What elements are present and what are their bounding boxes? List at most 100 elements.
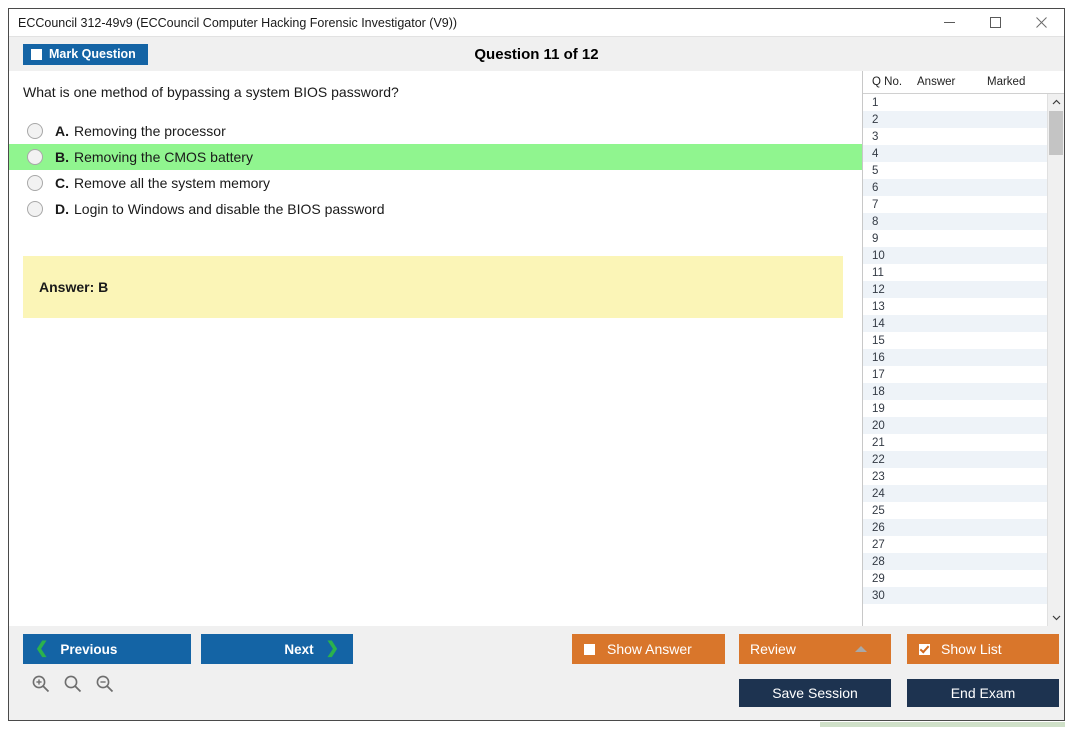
previous-label: Previous [60,641,118,657]
question-list-row[interactable]: 20 [863,417,1047,434]
question-list-row[interactable]: 25 [863,502,1047,519]
question-list-row[interactable]: 21 [863,434,1047,451]
answer-explanation-box: Answer: B [23,256,843,318]
question-list-row[interactable]: 23 [863,468,1047,485]
question-row-number: 30 [872,589,885,602]
mark-question-checkbox[interactable] [31,48,42,60]
question-list-row[interactable]: 29 [863,570,1047,587]
chevron-right-icon: ❯ [325,640,339,657]
question-counter: Question 11 of 12 [474,45,599,63]
question-list-row[interactable]: 12 [863,281,1047,298]
question-list-row[interactable]: 4 [863,145,1047,162]
question-row-number: 11 [872,266,884,279]
zoom-toolbar [31,674,115,699]
window-title: ECCouncil 312-49v9 (ECCouncil Computer H… [18,15,458,30]
window-controls [926,9,1064,36]
question-row-number: 7 [872,198,879,211]
scrollbar-track[interactable] [1048,111,1064,609]
question-list-row[interactable]: 6 [863,179,1047,196]
question-row-number: 29 [872,572,885,585]
previous-button[interactable]: ❮ Previous [23,634,191,664]
question-row-number: 19 [872,402,885,415]
radio-option-b[interactable] [27,149,43,165]
exam-body: What is one method of bypassing a system… [9,71,1064,626]
option-row-c[interactable]: C. Remove all the system memory [9,170,862,196]
option-row-a[interactable]: A. Removing the processor [9,118,862,144]
question-row-number: 8 [872,215,879,228]
question-list-scrollbar[interactable] [1047,94,1064,626]
question-list-row[interactable]: 5 [863,162,1047,179]
review-label: Review [750,641,796,657]
question-row-number: 28 [872,555,885,568]
close-icon[interactable] [1018,9,1064,36]
maximize-icon[interactable] [972,9,1018,36]
scrollbar-thumb[interactable] [1049,111,1063,155]
question-list-row[interactable]: 16 [863,349,1047,366]
zoom-out-icon[interactable] [95,674,115,699]
option-text-c: Remove all the system memory [74,175,271,191]
show-answer-checkbox[interactable] [584,643,595,655]
exam-header-bar: Mark Question Question 11 of 12 [9,37,1064,71]
question-list-row[interactable]: 10 [863,247,1047,264]
question-list-row[interactable]: 1 [863,94,1047,111]
question-list-row[interactable]: 26 [863,519,1047,536]
save-session-label: Save Session [772,685,858,701]
answer-label: Answer: B [39,279,109,295]
question-list-row[interactable]: 11 [863,264,1047,281]
question-list-row[interactable]: 7 [863,196,1047,213]
question-list-row[interactable]: 15 [863,332,1047,349]
radio-option-d[interactable] [27,201,43,217]
question-list-row[interactable]: 9 [863,230,1047,247]
question-list-row[interactable]: 3 [863,128,1047,145]
question-row-number: 3 [872,130,879,143]
end-exam-label: End Exam [950,685,1016,701]
question-row-number: 9 [872,232,879,245]
save-session-button[interactable]: Save Session [739,679,891,707]
scroll-up-icon[interactable] [1048,94,1064,111]
question-list-row[interactable]: 24 [863,485,1047,502]
exam-window: ECCouncil 312-49v9 (ECCouncil Computer H… [8,8,1065,721]
radio-option-a[interactable] [27,123,43,139]
question-list-row[interactable]: 14 [863,315,1047,332]
question-list-row[interactable]: 8 [863,213,1047,230]
question-list-row[interactable]: 28 [863,553,1047,570]
radio-option-c[interactable] [27,175,43,191]
question-list-header: Q No. Answer Marked [863,71,1064,94]
show-answer-label: Show Answer [607,641,692,657]
question-list-row[interactable]: 2 [863,111,1047,128]
end-exam-button[interactable]: End Exam [907,679,1059,707]
option-row-d[interactable]: D. Login to Windows and disable the BIOS… [9,196,862,222]
question-list-row[interactable]: 22 [863,451,1047,468]
question-row-number: 20 [872,419,885,432]
question-row-number: 27 [872,538,885,551]
question-list-row[interactable]: 17 [863,366,1047,383]
question-row-number: 18 [872,385,885,398]
question-list-row[interactable]: 30 [863,587,1047,604]
show-answer-button[interactable]: Show Answer [572,634,725,664]
question-list-row[interactable]: 27 [863,536,1047,553]
option-row-b[interactable]: B. Removing the CMOS battery [9,144,862,170]
zoom-in-icon[interactable] [31,674,51,699]
next-button[interactable]: Next ❯ [201,634,353,664]
scroll-down-icon[interactable] [1048,609,1064,626]
question-row-number: 16 [872,351,885,364]
question-row-number: 1 [872,96,879,109]
show-list-checkbox[interactable] [919,643,930,655]
minimize-icon[interactable] [926,9,972,36]
answer-options-list: A. Removing the processor B. Removing th… [9,118,862,222]
show-list-button[interactable]: Show List [907,634,1059,664]
mark-question-button[interactable]: Mark Question [23,43,148,65]
question-row-number: 13 [872,300,885,313]
option-text-b: Removing the CMOS battery [74,149,253,165]
chevron-up-icon [855,646,867,652]
review-dropdown[interactable]: Review [739,634,891,664]
question-list-row[interactable]: 19 [863,400,1047,417]
question-row-number: 17 [872,368,885,381]
next-label: Next [284,641,314,657]
question-row-number: 6 [872,181,879,194]
question-list-row[interactable]: 13 [863,298,1047,315]
title-bar: ECCouncil 312-49v9 (ECCouncil Computer H… [9,9,1064,37]
question-list-row[interactable]: 18 [863,383,1047,400]
zoom-reset-icon[interactable] [63,674,83,699]
question-row-number: 26 [872,521,885,534]
